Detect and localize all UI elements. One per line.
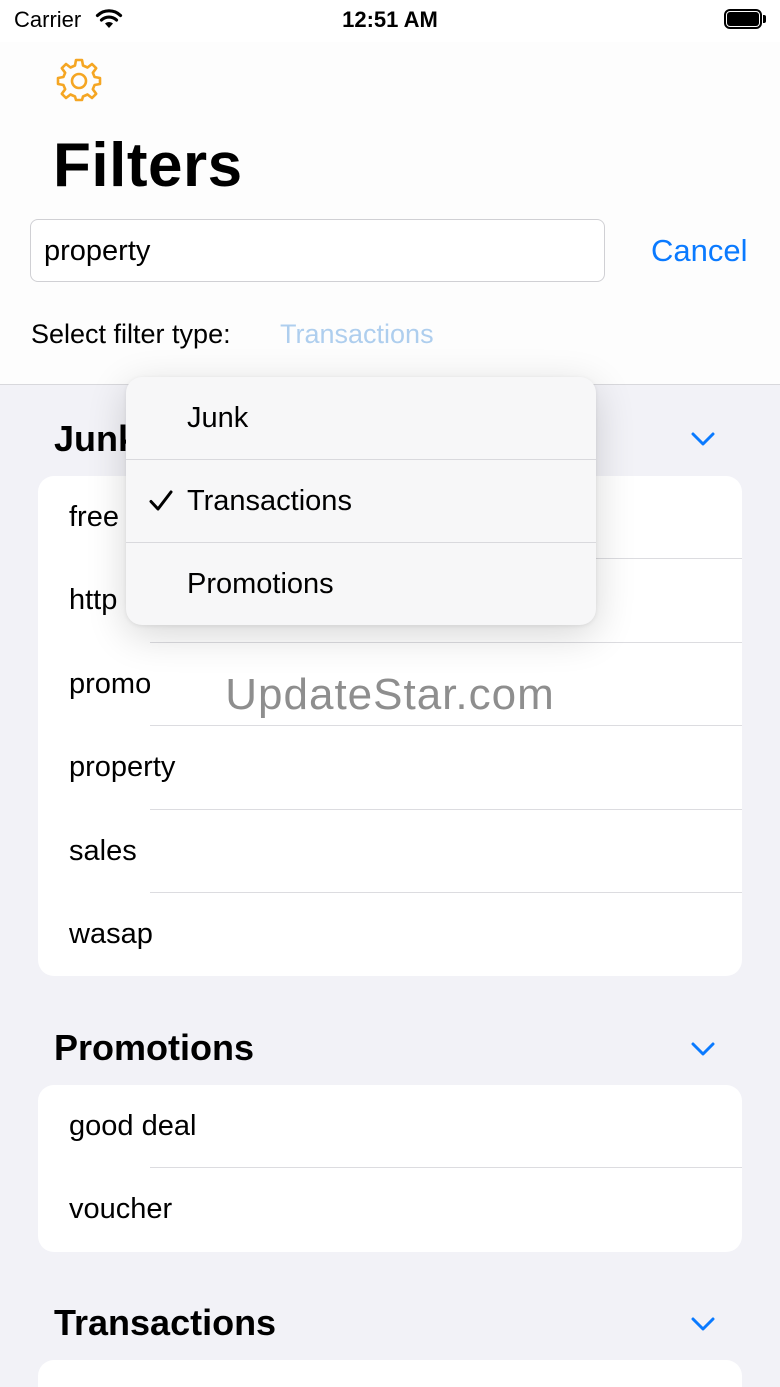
gear-icon[interactable]: [56, 58, 102, 104]
menu-item-label: Junk: [187, 402, 249, 434]
battery-icon: [724, 9, 766, 29]
watermark: UpdateStar.com: [225, 670, 555, 719]
menu-item-junk[interactable]: Junk: [126, 377, 596, 460]
menu-item-promotions[interactable]: Promotions: [126, 543, 596, 625]
section-title-promotions: Promotions: [54, 1027, 255, 1068]
section-title-transactions: Transactions: [54, 1302, 277, 1343]
chevron-down-icon[interactable]: [691, 1317, 715, 1331]
promotions-list: good deal voucher: [38, 1085, 742, 1252]
list-item-label: free: [69, 501, 119, 533]
page-title: Filters: [53, 131, 243, 200]
search-input[interactable]: property: [30, 219, 605, 282]
list-item[interactable]: property: [38, 726, 742, 810]
list-item[interactable]: good deal: [38, 1085, 742, 1169]
list-item-label: voucher: [69, 1193, 173, 1226]
filter-type-selector[interactable]: Transactions: [280, 319, 434, 350]
list-item[interactable]: sales: [38, 810, 742, 893]
chevron-down-icon[interactable]: [691, 432, 715, 446]
status-bar: Carrier 12:51 AM: [0, 0, 780, 42]
menu-item-label: Transactions: [187, 485, 352, 517]
chevron-down-icon[interactable]: [691, 1042, 715, 1056]
list-item-label: sales: [69, 834, 137, 867]
menu-item-transactions[interactable]: Transactions: [126, 460, 596, 543]
menu-item-label: Promotions: [187, 568, 334, 600]
list-item-label: wasap: [69, 917, 153, 950]
header: Filters property Cancel Select filter ty…: [0, 42, 780, 385]
transactions-list: [38, 1360, 742, 1387]
list-item[interactable]: wasap: [38, 893, 742, 976]
list-item-label: property: [69, 751, 176, 784]
cancel-button[interactable]: Cancel: [651, 233, 748, 269]
checkmark-icon: [149, 490, 173, 511]
filter-type-menu: Junk Transactions Promotions: [126, 377, 596, 625]
status-time: 12:51 AM: [342, 7, 438, 32]
list-item-label: good deal: [69, 1110, 197, 1142]
list-item[interactable]: voucher: [38, 1168, 742, 1251]
list-item-label: http: [69, 584, 118, 617]
filter-type-label: Select filter type:: [31, 319, 231, 349]
